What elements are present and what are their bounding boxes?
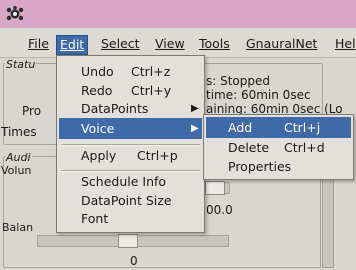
edit-menu-datapoints[interactable]: DataPoints ▶ — [59, 98, 202, 119]
font-label: Font — [81, 211, 109, 226]
add-label: Add — [228, 120, 253, 135]
menu-tools[interactable]: Tools — [196, 35, 233, 55]
edit-menu: Undo Ctrl+z Redo Ctrl+y DataPoints ▶ Voi… — [56, 55, 205, 233]
delete-accel: Ctrl+d — [284, 140, 325, 155]
balance-slider-thumb[interactable] — [118, 234, 138, 248]
voice-label: Voice — [81, 121, 115, 136]
voice-submenu: Add Ctrl+j Delete Ctrl+d Properties — [203, 114, 354, 180]
undo-label: Undo — [81, 64, 114, 79]
menu-edit[interactable]: Edit — [56, 35, 89, 55]
submenu-arrow-icon: ▶ — [191, 123, 199, 134]
apply-label: Apply — [81, 148, 117, 163]
menu-help-label: Hel — [335, 36, 356, 51]
elapsed-time-text: time: 60min 0sec — [206, 88, 311, 102]
menu-file-label: File — [28, 36, 49, 51]
menu-help[interactable]: Hel — [332, 35, 356, 55]
edit-menu-font[interactable]: Font — [59, 208, 202, 229]
edit-menu-undo[interactable]: Undo Ctrl+z — [59, 61, 202, 82]
undo-accel: Ctrl+z — [131, 64, 171, 79]
menu-view-label: View — [155, 36, 185, 51]
add-accel: Ctrl+j — [284, 120, 321, 135]
delete-label: Delete — [228, 140, 270, 155]
datapoints-label: DataPoints — [81, 101, 149, 116]
progress-label: Pro — [22, 104, 42, 118]
volume-slider-thumb[interactable] — [205, 181, 225, 195]
menu-file[interactable]: File — [25, 35, 52, 55]
status-text: s: Stopped — [206, 74, 271, 88]
menu-bar: File Edit Select View Tools GnauralNet H… — [0, 28, 356, 58]
status-frame-label: Statu — [5, 58, 37, 71]
menu-view[interactable]: View — [152, 35, 188, 55]
edit-menu-schedule-info[interactable]: Schedule Info — [59, 171, 202, 192]
voice-menu-add[interactable]: Add Ctrl+j — [206, 117, 351, 138]
volume-label: Volun — [1, 164, 32, 177]
edit-menu-apply[interactable]: Apply Ctrl+p — [59, 145, 202, 166]
voice-menu-properties[interactable]: Properties — [206, 156, 351, 177]
app-icon[interactable] — [6, 6, 24, 22]
submenu-arrow-icon: ▶ — [191, 103, 199, 114]
menu-select-label: Select — [101, 36, 140, 51]
apply-accel: Ctrl+p — [137, 148, 178, 163]
edit-menu-voice[interactable]: Voice ▶ — [59, 118, 202, 139]
balance-slider[interactable] — [37, 234, 229, 248]
menu-edit-label: Edit — [60, 37, 85, 52]
voice-menu-delete[interactable]: Delete Ctrl+d — [206, 137, 351, 158]
balance-label: Balan — [2, 221, 34, 234]
menu-gnauralnet-label: GnauralNet — [246, 36, 318, 51]
menu-tools-label: Tools — [199, 36, 230, 51]
schedule-info-label: Schedule Info — [81, 174, 167, 189]
times-label: Times — [1, 125, 37, 139]
title-bar — [0, 0, 356, 28]
menu-gnauralnet[interactable]: GnauralNet — [243, 35, 320, 55]
audio-frame-label: Audi — [5, 151, 32, 164]
balance-value: 0 — [130, 254, 138, 268]
properties-label: Properties — [228, 159, 292, 174]
menu-select[interactable]: Select — [98, 35, 143, 55]
volume-value: 00.0 — [206, 203, 233, 217]
